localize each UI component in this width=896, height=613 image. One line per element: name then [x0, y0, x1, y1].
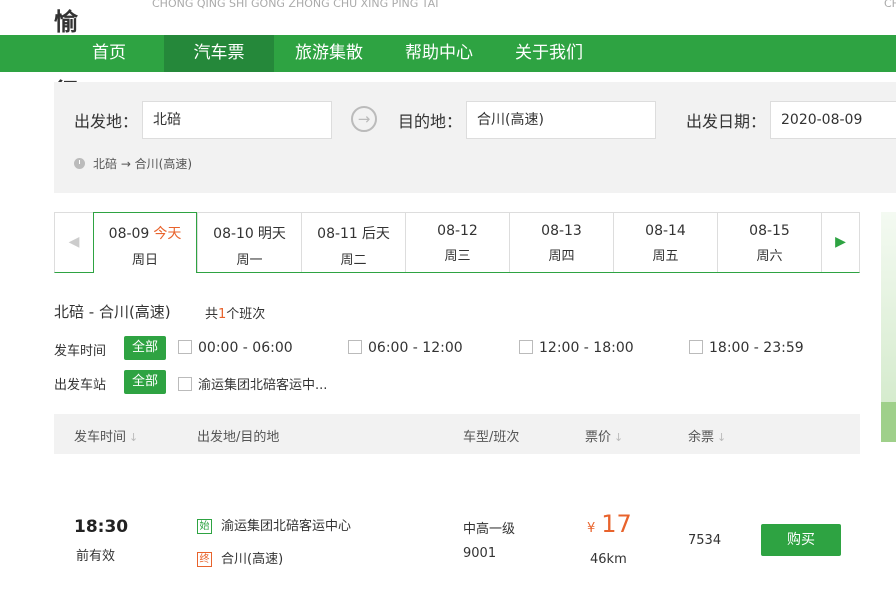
- date-tab[interactable]: 08-10 明天 周一: [197, 213, 301, 272]
- date-selector: ◀ 08-09 今天 周日 08-10 明天 周一 08-11 后天 周二 08-12…: [54, 212, 860, 273]
- corner-text: CH: [884, 0, 896, 10]
- start-tag-icon: 始: [197, 519, 212, 534]
- sort-arrow-icon: ↓: [614, 431, 624, 444]
- side-banner[interactable]: [881, 212, 896, 442]
- time-filter-option[interactable]: 18:00 - 23:59: [689, 340, 804, 356]
- time-filter-all-button[interactable]: 全部: [124, 336, 166, 360]
- nav-tourism[interactable]: 旅游集散: [283, 35, 375, 72]
- time-filter-label: 发车时间: [54, 344, 107, 359]
- date-tab[interactable]: 08-09 今天 周日: [93, 212, 197, 273]
- time-filter-option[interactable]: 12:00 - 18:00: [519, 340, 634, 356]
- date-weekday: 周五: [652, 249, 679, 264]
- date-text: 08-13: [541, 223, 582, 239]
- results-table-header: 发车时间 ↓ 出发地/目的地 车型/班次 票价 ↓ 余票 ↓: [54, 414, 860, 454]
- date-relative: 后天: [361, 226, 390, 242]
- date-text: 08-15: [749, 223, 790, 239]
- station-filter-all-button[interactable]: 全部: [124, 370, 166, 394]
- buy-button[interactable]: 购买: [761, 524, 841, 556]
- date-label: 出发日期：: [686, 112, 767, 131]
- remaining-tickets: 7534: [688, 533, 722, 548]
- checkbox[interactable]: [178, 340, 192, 354]
- end-tag-icon: 终: [197, 552, 212, 567]
- header-bus-type: 车型/班次: [463, 430, 520, 445]
- nav-bus-tickets[interactable]: 汽车票: [164, 35, 274, 72]
- date-tab[interactable]: 08-14 周五: [613, 213, 717, 272]
- date-weekday: 周六: [756, 249, 783, 264]
- trip-count: 共1个班次: [205, 307, 266, 322]
- from-input[interactable]: 北碚: [142, 101, 332, 139]
- header-remaining[interactable]: 余票 ↓: [688, 426, 726, 445]
- history-route: 北碚 → 合川(高速): [93, 157, 193, 171]
- date-text: 08-14: [645, 223, 686, 239]
- nav-help[interactable]: 帮助中心: [393, 35, 485, 72]
- station-filter-option[interactable]: 渝运集团北碚客运中...: [178, 374, 327, 393]
- time-filter-option[interactable]: 00:00 - 06:00: [178, 340, 293, 356]
- date-tab[interactable]: 08-13 周四: [509, 213, 613, 272]
- from-label: 出发地：: [74, 112, 139, 131]
- ticket-price: ¥17: [587, 510, 632, 538]
- station-filter-label: 出发车站: [54, 378, 107, 393]
- time-filter-option[interactable]: 06:00 - 12:00: [348, 340, 463, 356]
- checkbox[interactable]: [178, 377, 192, 391]
- next-dates-icon[interactable]: ▶: [821, 213, 859, 272]
- sort-arrow-icon: ↓: [129, 431, 139, 444]
- date-tab[interactable]: 08-15 周六: [717, 213, 821, 272]
- validity-note: 前有效: [76, 549, 116, 564]
- date-input[interactable]: 2020-08-09: [770, 101, 896, 139]
- date-weekday: 周四: [548, 249, 575, 264]
- checkbox[interactable]: [519, 340, 533, 354]
- date-text: 08-11: [317, 226, 358, 242]
- bus-number: 9001: [463, 546, 497, 561]
- header-price[interactable]: 票价 ↓: [585, 426, 623, 445]
- start-station: 始渝运集团北碚客运中心: [197, 515, 351, 534]
- search-panel: 出发地： 北碚 → 目的地： 合川(高速) 出发日期： 2020-08-09 北…: [54, 82, 896, 193]
- date-text: 08-10: [213, 226, 254, 242]
- clock-icon: [74, 158, 85, 169]
- date-text: 08-12: [437, 223, 478, 239]
- checkbox[interactable]: [689, 340, 703, 354]
- main-nav: 首页 汽车票 旅游集散 帮助中心 关于我们: [0, 35, 896, 72]
- to-label: 目的地：: [398, 112, 463, 131]
- table-row: 18:30 前有效 始渝运集团北碚客运中心 终合川(高速) 中高一级 9001 …: [54, 500, 860, 580]
- header-departure-time[interactable]: 发车时间 ↓: [74, 426, 138, 445]
- date-tab[interactable]: 08-12 周三: [405, 213, 509, 272]
- nav-about[interactable]: 关于我们: [503, 35, 595, 72]
- date-text: 08-09: [108, 226, 150, 242]
- to-input[interactable]: 合川(高速): [466, 101, 656, 139]
- date-weekday: 周三: [444, 249, 471, 264]
- nav-home[interactable]: 首页: [71, 35, 147, 72]
- date-relative: 明天: [257, 226, 286, 242]
- swap-arrow-icon[interactable]: →: [351, 106, 377, 132]
- prev-dates-icon[interactable]: ◀: [55, 213, 93, 272]
- checkbox[interactable]: [348, 340, 362, 354]
- date-weekday: 周一: [236, 253, 263, 268]
- sort-arrow-icon: ↓: [717, 431, 727, 444]
- date-weekday: 周日: [131, 253, 158, 268]
- date-weekday: 周二: [340, 253, 367, 268]
- departure-time: 18:30: [74, 517, 129, 537]
- end-station: 终合川(高速): [197, 548, 283, 567]
- search-history[interactable]: 北碚 → 合川(高速): [74, 155, 192, 172]
- date-tab[interactable]: 08-11 后天 周二: [301, 213, 405, 272]
- bus-type: 中高一级: [463, 522, 516, 537]
- route-title: 北碚 - 合川(高速): [54, 303, 171, 321]
- distance: 46km: [590, 552, 627, 567]
- site-slogan: CHONG QING SHI GONG ZHONG CHU XING PING …: [152, 0, 439, 10]
- header-stations: 出发地/目的地: [197, 430, 280, 445]
- date-relative: 今天: [153, 226, 182, 242]
